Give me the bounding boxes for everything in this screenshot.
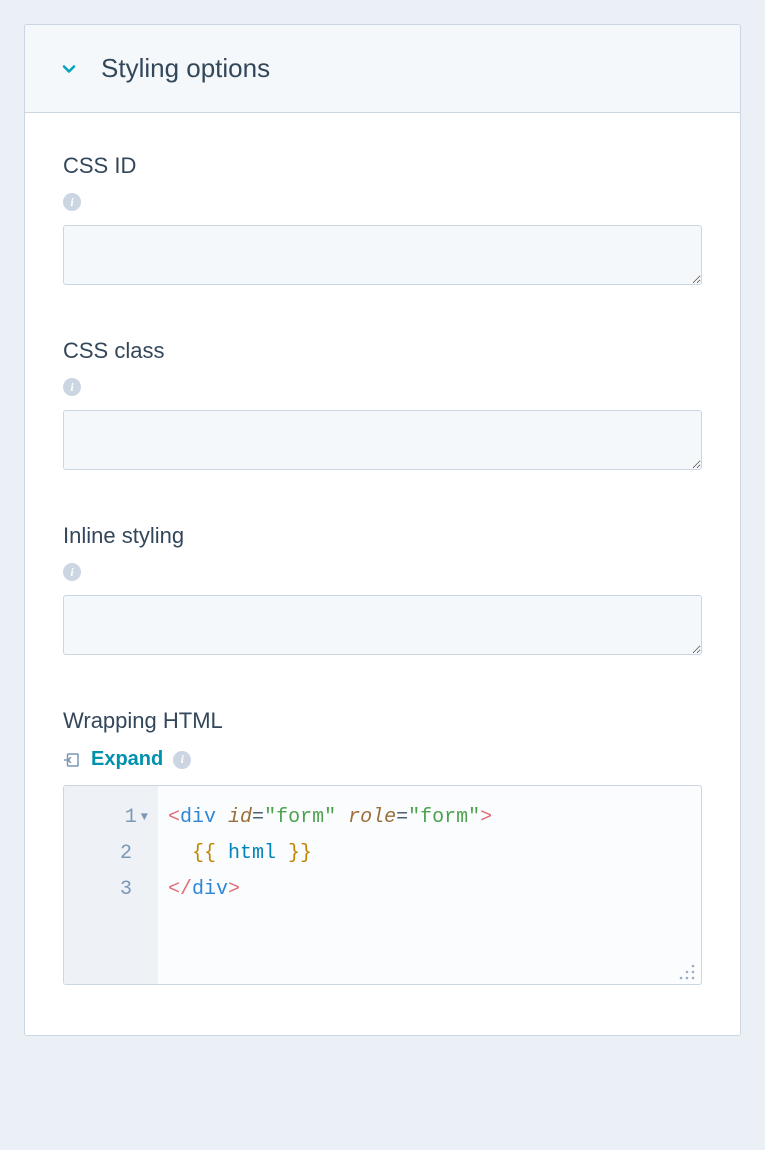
panel-header[interactable]: Styling options <box>25 25 740 113</box>
code-gutter: 1▼23 <box>64 786 158 984</box>
css-id-label: CSS ID <box>63 153 702 179</box>
field-css-class: CSS class i <box>63 338 702 475</box>
wrapping-html-label: Wrapping HTML <box>63 708 702 734</box>
gutter-line: 1▼ <box>64 800 148 836</box>
code-area[interactable]: <div id="form" role="form"> {{ html }}</… <box>158 786 701 984</box>
expand-button[interactable]: Expand <box>91 748 163 771</box>
info-icon[interactable]: i <box>173 751 191 769</box>
styling-options-panel: Styling options CSS ID i CSS class i Inl… <box>24 24 741 1036</box>
field-wrapping-html: Wrapping HTML Expand i 1▼23 <div id="for… <box>63 708 702 985</box>
code-line[interactable]: </div> <box>168 872 691 908</box>
info-icon[interactable]: i <box>63 193 81 211</box>
info-icon[interactable]: i <box>63 563 81 581</box>
wrapping-html-editor[interactable]: 1▼23 <div id="form" role="form"> {{ html… <box>63 785 702 985</box>
gutter-line: 3 <box>64 872 148 908</box>
info-icon[interactable]: i <box>63 378 81 396</box>
code-line[interactable]: {{ html }} <box>168 836 691 872</box>
css-class-input[interactable] <box>63 410 702 470</box>
css-class-label: CSS class <box>63 338 702 364</box>
chevron-down-icon <box>59 59 79 79</box>
panel-body: CSS ID i CSS class i Inline styling i Wr… <box>25 113 740 1035</box>
expand-label: Expand <box>91 748 163 771</box>
code-line[interactable]: <div id="form" role="form"> <box>168 800 691 836</box>
inline-styling-label: Inline styling <box>63 523 702 549</box>
fold-toggle-icon[interactable]: ▼ <box>141 807 148 829</box>
panel-title: Styling options <box>101 53 270 84</box>
field-inline-styling: Inline styling i <box>63 523 702 660</box>
gutter-line: 2 <box>64 836 148 872</box>
css-id-input[interactable] <box>63 225 702 285</box>
resize-handle[interactable] <box>677 960 697 980</box>
expand-icon <box>63 751 81 769</box>
inline-styling-input[interactable] <box>63 595 702 655</box>
field-css-id: CSS ID i <box>63 153 702 290</box>
